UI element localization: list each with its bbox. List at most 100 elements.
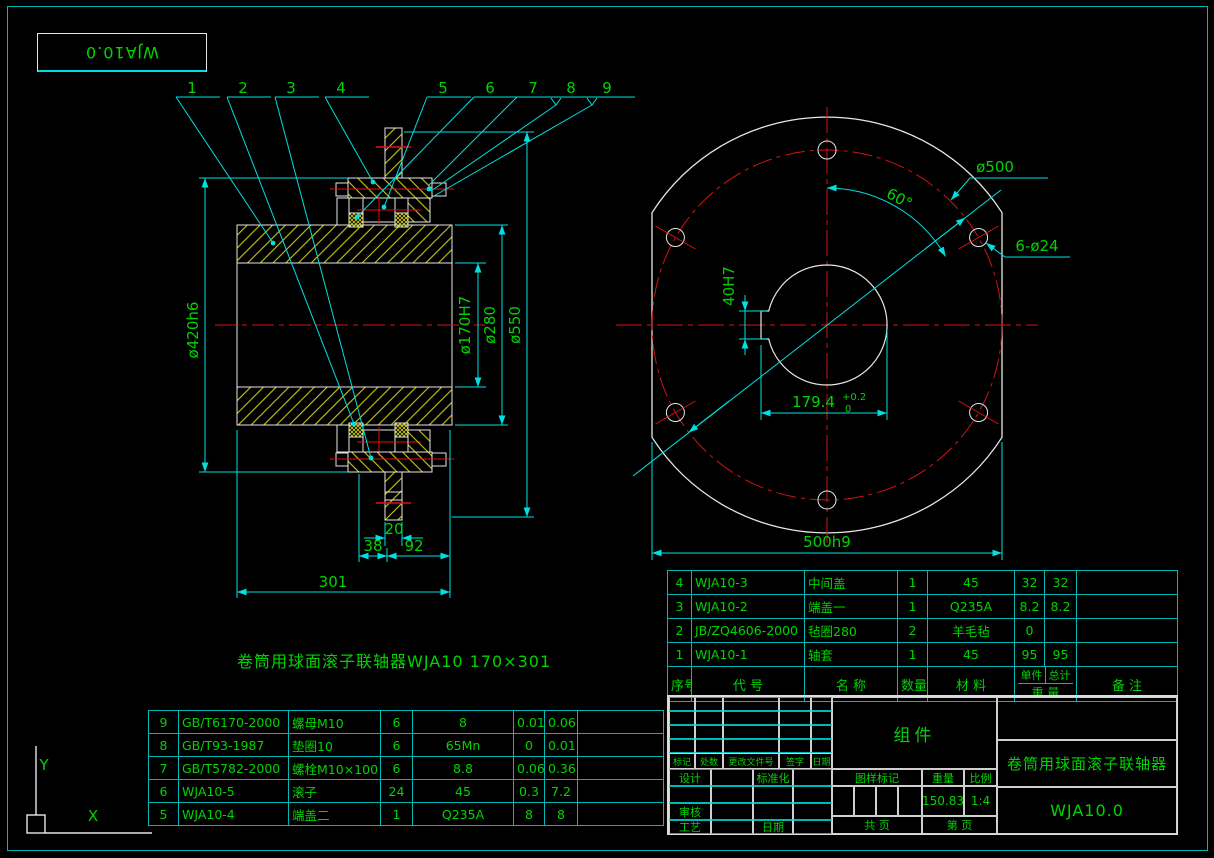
rev-cell bbox=[779, 697, 811, 711]
label-count: 处数 bbox=[695, 753, 723, 769]
label-weight: 重量 bbox=[922, 769, 964, 786]
cell-material: 8.8 bbox=[413, 757, 514, 780]
cell-material: 羊毛毡 bbox=[928, 619, 1015, 643]
sheet-no: 第 页 bbox=[922, 816, 997, 834]
cell-seq: 1 bbox=[668, 643, 692, 667]
cell-seq: 3 bbox=[668, 595, 692, 619]
blank-cell bbox=[711, 820, 753, 834]
stamp-box bbox=[876, 786, 898, 816]
cell-material: 45 bbox=[928, 571, 1015, 595]
section-dimension-texts: ø420h6 ø170H7 ø280 ø550 20 38 92 301 bbox=[184, 296, 524, 591]
dim-6x24: 6-ø24 bbox=[1015, 237, 1058, 255]
end-view: ø500 60° 6-ø24 40H7 179.4 +0.2 0 500h9 bbox=[616, 107, 1070, 560]
rev-cell bbox=[723, 725, 779, 739]
table-row: 4 WJA10-3 中间盖 1 45 32 32 bbox=[668, 571, 1178, 595]
cell-notes bbox=[1077, 571, 1178, 595]
callout-9: 9 bbox=[602, 79, 612, 97]
cell-qty: 1 bbox=[898, 571, 928, 595]
table-row: 7 GB/T5782-2000 螺栓M10×100 6 8.8 0.06 0.3… bbox=[149, 757, 664, 780]
cell-total-weight: 0.06 bbox=[545, 711, 578, 734]
dim-500h9: 500h9 bbox=[803, 533, 851, 551]
weight-value: 150.83 bbox=[922, 786, 964, 816]
rev-cell bbox=[723, 697, 779, 711]
cell-seq: 7 bbox=[149, 757, 179, 780]
blank-cell bbox=[669, 786, 711, 803]
blank-cell bbox=[793, 803, 832, 820]
cell-qty: 1 bbox=[898, 643, 928, 667]
rev-cell bbox=[779, 711, 811, 725]
callout-3: 3 bbox=[286, 79, 296, 97]
cell-material: 8 bbox=[413, 711, 514, 734]
cell-unit-weight: 8 bbox=[514, 803, 545, 826]
table-row: 2 JB/ZQ4606-2000 毡圈280 2 羊毛毡 0 bbox=[668, 619, 1178, 643]
blank-cell bbox=[753, 803, 793, 820]
cell-code: WJA10-5 bbox=[179, 780, 289, 803]
cell-total-weight: 0.01 bbox=[545, 734, 578, 757]
blank-cell bbox=[997, 697, 1177, 740]
dim-420h6: ø420h6 bbox=[184, 302, 202, 359]
callout-1: 1 bbox=[187, 79, 197, 97]
dim-280: ø280 bbox=[481, 306, 499, 344]
cell-notes bbox=[578, 711, 664, 734]
blank-cell bbox=[793, 820, 832, 834]
cell-seq: 5 bbox=[149, 803, 179, 826]
cell-notes bbox=[1077, 643, 1178, 667]
cell-material: Q235A bbox=[413, 803, 514, 826]
cell-notes bbox=[578, 803, 664, 826]
ucs-y-label: Y bbox=[38, 756, 49, 774]
dim-60deg: 60° bbox=[883, 184, 915, 212]
cell-unit-weight: 0 bbox=[1015, 619, 1045, 643]
cell-name: 中间盖 bbox=[805, 571, 898, 595]
cell-qty: 1 bbox=[898, 595, 928, 619]
rev-cell bbox=[779, 739, 811, 753]
cell-code: WJA10-3 bbox=[692, 571, 805, 595]
sheet-total: 共 页 bbox=[832, 816, 922, 834]
table-row: 9 GB/T6170-2000 螺母M10 6 8 0.01 0.06 bbox=[149, 711, 664, 734]
cell-unit-weight: 95 bbox=[1015, 643, 1045, 667]
end-view-dimensions bbox=[633, 178, 1070, 560]
cell-unit-weight: 32 bbox=[1015, 571, 1045, 595]
cell-total-weight: 7.2 bbox=[545, 780, 578, 803]
label-process: 工艺 bbox=[669, 820, 711, 834]
dim-500: ø500 bbox=[976, 158, 1014, 176]
cell-code: GB/T5782-2000 bbox=[179, 757, 289, 780]
type-label: 组件 bbox=[832, 697, 997, 769]
rev-cell bbox=[723, 739, 779, 753]
cell-name: 垫圈10 bbox=[289, 734, 381, 757]
cell-unit-weight: 0.06 bbox=[514, 757, 545, 780]
bom-table-left: 9 GB/T6170-2000 螺母M10 6 8 0.01 0.06 8 GB… bbox=[148, 710, 664, 826]
cell-qty: 6 bbox=[381, 711, 413, 734]
dim-550: ø550 bbox=[506, 306, 524, 344]
cell-name: 螺栓M10×100 bbox=[289, 757, 381, 780]
cell-name: 轴套 bbox=[805, 643, 898, 667]
label-mark: 标记 bbox=[669, 753, 695, 769]
cell-total-weight: 95 bbox=[1045, 643, 1077, 667]
top-flange-assembly bbox=[330, 128, 454, 227]
label-check: 审核 bbox=[669, 803, 711, 820]
table-row: 5 WJA10-4 端盖二 1 Q235A 8 8 bbox=[149, 803, 664, 826]
ucs-x-label: X bbox=[88, 807, 98, 825]
cell-total-weight bbox=[1045, 619, 1077, 643]
cell-seq: 2 bbox=[668, 619, 692, 643]
dim-179-tol-upper: +0.2 bbox=[842, 392, 866, 403]
cell-name: 滚子 bbox=[289, 780, 381, 803]
blank-cell bbox=[793, 769, 832, 786]
cell-code: JB/ZQ4606-2000 bbox=[692, 619, 805, 643]
rev-cell bbox=[695, 725, 723, 739]
section-view: ø420h6 ø170H7 ø280 ø550 20 38 92 301 bbox=[176, 79, 635, 598]
callout-2: 2 bbox=[238, 79, 248, 97]
table-row: 1 WJA10-1 轴套 1 45 95 95 bbox=[668, 643, 1178, 667]
callout-5: 5 bbox=[438, 79, 448, 97]
dim-40H7: 40H7 bbox=[720, 266, 738, 306]
blank-cell bbox=[793, 786, 832, 803]
rev-cell bbox=[811, 697, 832, 711]
rev-cell bbox=[669, 697, 695, 711]
dim-38: 38 bbox=[363, 537, 382, 555]
title-block: 标记 处数 更改文件号 签字 日期 设计 标准化 审核 工艺 日期 组件 图样标… bbox=[667, 695, 1178, 835]
dim-92: 92 bbox=[404, 537, 423, 555]
table-row: 6 WJA10-5 滚子 24 45 0.3 7.2 bbox=[149, 780, 664, 803]
cell-qty: 2 bbox=[898, 619, 928, 643]
rev-cell bbox=[669, 725, 695, 739]
cell-qty: 24 bbox=[381, 780, 413, 803]
cell-seq: 6 bbox=[149, 780, 179, 803]
